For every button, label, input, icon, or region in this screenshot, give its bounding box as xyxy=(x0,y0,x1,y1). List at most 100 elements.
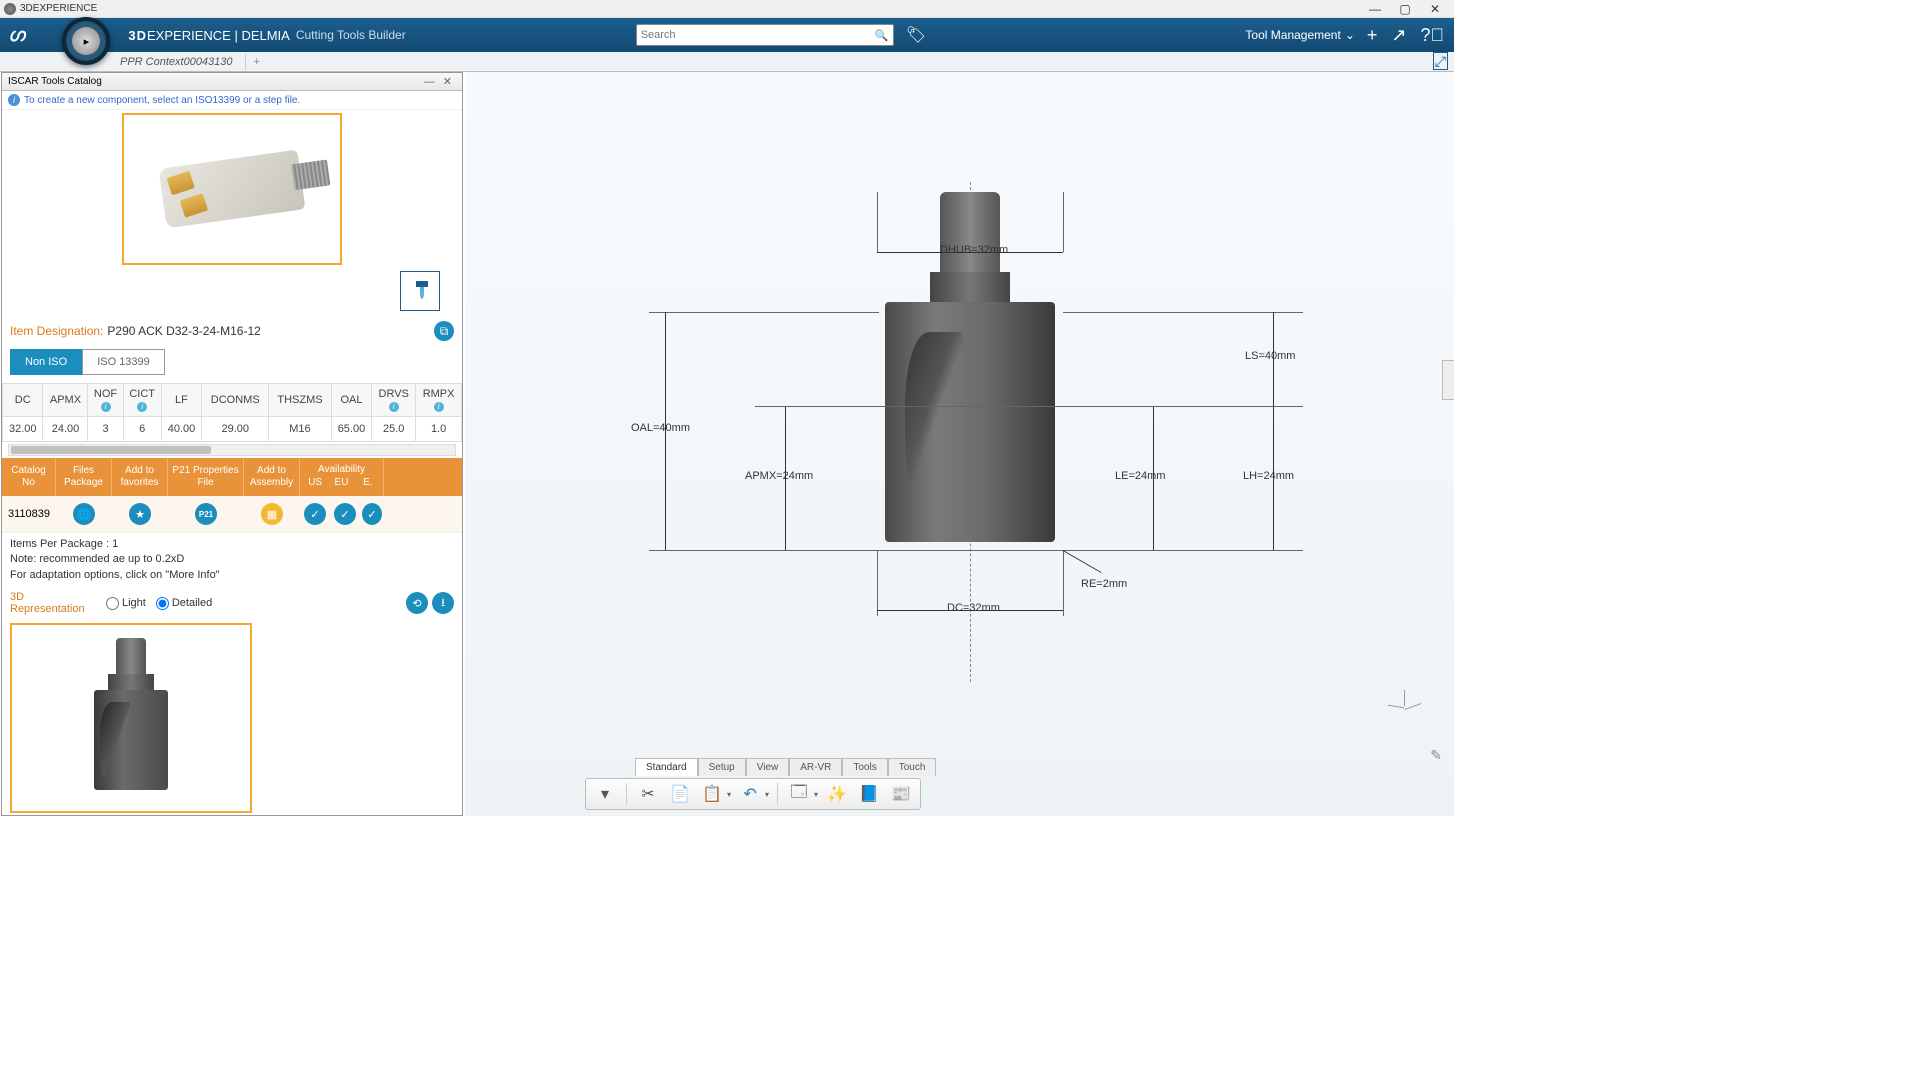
search-icon[interactable]: 🔍 xyxy=(875,29,889,42)
catalog-no: 3110839 xyxy=(2,501,56,527)
ribbon-title: 3DEXPERIENCE | DELMIA Cutting Tools Buil… xyxy=(128,28,405,43)
bottom-tab-setup[interactable]: Setup xyxy=(698,758,746,776)
spec-value: 65.00 xyxy=(331,417,371,442)
spec-value: 6 xyxy=(123,417,161,442)
app-title: 3DEXPERIENCE xyxy=(20,3,97,14)
spec-hscroll[interactable] xyxy=(8,444,456,456)
dim-le: LE=24mm xyxy=(1115,470,1165,482)
spec-header: OAL xyxy=(331,384,371,417)
cut-icon[interactable]: ✂ xyxy=(635,781,661,807)
ribbon-subtitle: Cutting Tools Builder xyxy=(296,28,406,42)
bottom-tab-view[interactable]: View xyxy=(746,758,790,776)
spec-value: 29.00 xyxy=(202,417,269,442)
radio-detailed[interactable]: Detailed xyxy=(156,597,212,610)
representation-preview[interactable] xyxy=(10,623,252,813)
info-icon: i xyxy=(8,94,20,106)
files-button[interactable]: 🌐 xyxy=(73,503,95,525)
tool-management-dropdown[interactable]: Tool Management⌄ xyxy=(1245,28,1354,42)
spec-value: M16 xyxy=(269,417,331,442)
rep-refresh-icon[interactable]: ⟲ xyxy=(406,592,428,614)
note-text: Note: recommended ae up to 0.2xD xyxy=(10,552,454,567)
spec-value: 40.00 xyxy=(161,417,201,442)
tag-icon[interactable]: 🏷 xyxy=(906,25,926,45)
search-input[interactable] xyxy=(641,29,875,41)
xml-icon[interactable]: 📰 xyxy=(888,781,914,807)
panel-minimize[interactable]: — xyxy=(420,76,439,88)
dim-ls: LS=40mm xyxy=(1245,350,1295,362)
representation-label: 3D Representation xyxy=(10,591,96,615)
spec-value: 3 xyxy=(88,417,123,442)
bottom-toolbar: ▾ ✂ 📄 📋▾ ↶▾ 🗔▾ ✨ 📘 📰 xyxy=(585,778,921,810)
right-collapse-handle[interactable] xyxy=(1442,360,1454,400)
dropdown-icon[interactable]: ▾ xyxy=(592,781,618,807)
toggle-noniso[interactable]: Non ISO xyxy=(10,349,82,375)
dim-dc: DC=32mm xyxy=(947,602,1000,614)
download-icon[interactable]: ⧉ xyxy=(434,321,454,341)
compass-button[interactable]: ▸ xyxy=(62,17,110,65)
rep-download-icon[interactable]: ⭳ xyxy=(432,592,454,614)
panel-title-text: ISCAR Tools Catalog xyxy=(8,76,102,87)
avail-eu: ✓ xyxy=(334,503,356,525)
copy-icon[interactable]: 📄 xyxy=(667,781,693,807)
panel-titlebar: ISCAR Tools Catalog — ✕ xyxy=(2,73,462,91)
adaptation-text: For adaptation options, click on "More I… xyxy=(10,568,454,583)
bottom-tab-ar-vr[interactable]: AR-VR xyxy=(789,758,842,776)
coolant-button[interactable] xyxy=(400,271,440,311)
minimize-button[interactable]: — xyxy=(1360,2,1390,16)
view-axis-gizmo[interactable] xyxy=(1384,686,1424,726)
add-icon[interactable]: + xyxy=(1367,25,1378,46)
app-icon xyxy=(4,3,16,15)
app-ribbon: ഗ ▸ 3DEXPERIENCE | DELMIA Cutting Tools … xyxy=(0,18,1454,52)
panel-close[interactable]: ✕ xyxy=(439,75,456,88)
share-icon[interactable]: ↗ xyxy=(1391,25,1406,46)
spec-table: DCAPMXNOFiCICTiLFDCONMSTHSZMSOALDRVSiRMP… xyxy=(2,383,462,442)
p21-button[interactable]: P21 xyxy=(195,503,217,525)
spec-header: NOFi xyxy=(88,384,123,417)
tab-add-button[interactable]: + xyxy=(246,56,268,68)
dim-oal: OAL=40mm xyxy=(631,422,690,434)
ds-logo: ഗ xyxy=(8,25,24,46)
maximize-button[interactable]: ▢ xyxy=(1390,2,1420,16)
catalog-panel: ISCAR Tools Catalog — ✕ i To create a ne… xyxy=(1,72,463,816)
paste-icon[interactable]: 📋 xyxy=(699,781,725,807)
spec-header: APMX xyxy=(43,384,88,417)
dim-apmx: APMX=24mm xyxy=(745,470,813,482)
tab-ppr-context[interactable]: PPR Context00043130 xyxy=(108,54,246,70)
bottom-tab-tools[interactable]: Tools xyxy=(842,758,887,776)
product-photo[interactable] xyxy=(122,113,342,265)
spec-header: RMPXi xyxy=(416,384,462,417)
tool-properties-icon[interactable]: 🗔 xyxy=(786,781,812,807)
edit-pencil-icon[interactable]: ✎ xyxy=(1430,747,1442,764)
items-per-package: Items Per Package : 1 xyxy=(10,537,454,552)
bottom-tab-standard[interactable]: Standard xyxy=(635,758,698,776)
spec-header: LF xyxy=(161,384,201,417)
avail-us: ✓ xyxy=(304,503,326,525)
spec-value: 32.00 xyxy=(3,417,43,442)
info-bar: i To create a new component, select an I… xyxy=(2,91,462,110)
tool-catalog-icon[interactable]: 📘 xyxy=(856,781,882,807)
undo-icon[interactable]: ↶ xyxy=(737,781,763,807)
spec-header: THSZMS xyxy=(269,384,331,417)
radio-light[interactable]: Light xyxy=(106,597,146,610)
tool-wizard-icon[interactable]: ✨ xyxy=(824,781,850,807)
bottom-tabbar: StandardSetupViewAR-VRToolsTouch xyxy=(635,758,936,776)
bottom-tab-touch[interactable]: Touch xyxy=(888,758,937,776)
dim-re: RE=2mm xyxy=(1081,578,1127,590)
toggle-iso13399[interactable]: ISO 13399 xyxy=(82,349,165,375)
search-box[interactable]: 🔍 xyxy=(636,24,894,46)
favorite-button[interactable]: ★ xyxy=(129,503,151,525)
actions-row: 3110839 🌐 ★ P21 ▦ ✓ ✓ ✓ xyxy=(2,496,462,533)
item-designation-value: P290 ACK D32-3-24-M16-12 xyxy=(107,324,260,338)
dim-lh: LH=24mm xyxy=(1243,470,1294,482)
help-icon[interactable]: ?⃝ xyxy=(1420,25,1444,46)
document-tabbar: PPR Context00043130 + ⤢ xyxy=(0,52,1454,72)
spec-value: 1.0 xyxy=(416,417,462,442)
close-button[interactable]: ✕ xyxy=(1420,2,1450,16)
expand-icon[interactable]: ⤢ xyxy=(1433,52,1448,70)
3d-viewport[interactable]: DHUB=32mm OAL=40mm APMX=24mm LS=40mm LE=… xyxy=(465,72,1454,816)
info-text: To create a new component, select an ISO… xyxy=(24,95,300,106)
add-assembly-button[interactable]: ▦ xyxy=(261,503,283,525)
spec-header: DCONMS xyxy=(202,384,269,417)
dim-dhub: DHUB=32mm xyxy=(940,244,1008,256)
spec-header: CICTi xyxy=(123,384,161,417)
